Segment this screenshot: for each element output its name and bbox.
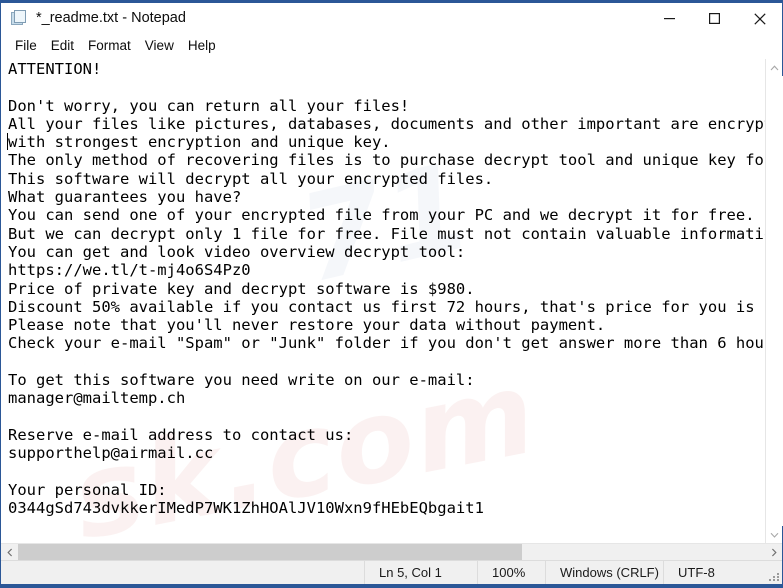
document-line: The only method of recovering files is t… bbox=[8, 151, 765, 170]
document-line: You can send one of your encrypted file … bbox=[8, 206, 755, 225]
document-line: Reserve e-mail address to contact us: bbox=[8, 425, 354, 444]
status-zoom-level: 100% bbox=[477, 561, 545, 584]
window-title: *_readme.txt - Notepad bbox=[36, 10, 186, 27]
vertical-scrollbar[interactable] bbox=[765, 59, 783, 543]
document-line: 0344gSd743dvkkerIMedP7WK1ZhHOAlJV10Wxn9f… bbox=[8, 499, 484, 518]
maximize-icon bbox=[709, 13, 720, 24]
document-text: ATTENTION! Don't worry, you can return a… bbox=[8, 60, 765, 517]
maximize-button[interactable] bbox=[692, 3, 737, 34]
document-line: ATTENTION! bbox=[8, 60, 102, 78]
title-bar[interactable]: *_readme.txt - Notepad bbox=[1, 3, 782, 34]
document-line: This software will decrypt all your encr… bbox=[8, 169, 494, 188]
menu-bar: File Edit Format View Help bbox=[1, 34, 782, 59]
menu-item-help[interactable]: Help bbox=[181, 37, 223, 56]
document-line: But we can decrypt only 1 file for free.… bbox=[8, 224, 765, 243]
document-line: Your personal ID: bbox=[8, 480, 167, 499]
minimize-icon bbox=[664, 18, 675, 20]
status-encoding: UTF-8 bbox=[663, 561, 763, 584]
status-cursor-position: Ln 5, Col 1 bbox=[364, 561, 477, 584]
chevron-down-icon bbox=[770, 532, 778, 538]
chevron-up-icon bbox=[770, 64, 778, 70]
status-line-endings: Windows (CRLF) bbox=[545, 561, 663, 584]
menu-item-format[interactable]: Format bbox=[81, 37, 138, 56]
scroll-left-button[interactable] bbox=[1, 544, 18, 560]
document-line: Don't worry, you can return all your fil… bbox=[8, 96, 410, 115]
document-line: Check your e-mail "Spam" or "Junk" folde… bbox=[8, 334, 765, 353]
document-line: Price of private key and decrypt softwar… bbox=[8, 279, 475, 298]
scroll-right-button[interactable] bbox=[765, 544, 782, 560]
close-button[interactable] bbox=[737, 3, 782, 34]
editor-row: 71 sk.com ATTENTION! Don't worry, you ca… bbox=[1, 59, 783, 543]
notepad-window: *_readme.txt - Notepad File Edit Format … bbox=[0, 0, 783, 588]
document-line: https://we.tl/t-mj4o6S4Pz0 bbox=[8, 261, 251, 280]
menu-item-file[interactable]: File bbox=[8, 37, 44, 56]
menu-item-view[interactable]: View bbox=[138, 37, 181, 56]
document-line: To get this software you need write on o… bbox=[8, 371, 475, 390]
document-line: All your files like pictures, databases,… bbox=[8, 114, 765, 133]
horizontal-scroll-track[interactable] bbox=[18, 544, 765, 560]
chevron-right-icon bbox=[771, 548, 777, 556]
vertical-scroll-track[interactable] bbox=[765, 76, 783, 526]
title-bar-left: *_readme.txt - Notepad bbox=[1, 10, 186, 27]
scroll-up-button[interactable] bbox=[766, 59, 783, 76]
horizontal-scrollbar[interactable] bbox=[1, 543, 782, 560]
document-line: Discount 50% available if you contact us… bbox=[8, 297, 765, 316]
close-icon bbox=[753, 12, 766, 25]
menu-item-edit[interactable]: Edit bbox=[44, 37, 81, 56]
status-bar-spacer bbox=[1, 561, 364, 584]
document-line: What guarantees you have? bbox=[8, 188, 242, 207]
document-line: You can get and look video overview decr… bbox=[8, 242, 466, 261]
notepad-document-icon bbox=[11, 10, 28, 27]
chevron-left-icon bbox=[6, 548, 12, 556]
document-line: Please note that you'll never restore yo… bbox=[8, 316, 606, 335]
document-line: supporthelp@airmail.cc bbox=[8, 444, 214, 463]
status-bar: Ln 5, Col 1 100% Windows (CRLF) UTF-8 bbox=[1, 560, 782, 584]
editor-area: 71 sk.com ATTENTION! Don't worry, you ca… bbox=[1, 59, 783, 560]
document-line: manager@mailtemp.ch bbox=[8, 389, 186, 408]
text-caret bbox=[7, 133, 8, 150]
resize-grip-icon[interactable] bbox=[763, 561, 782, 584]
scroll-down-button[interactable] bbox=[766, 526, 783, 543]
horizontal-scroll-thumb[interactable] bbox=[18, 544, 523, 560]
window-controls bbox=[647, 3, 782, 34]
text-editor[interactable]: 71 sk.com ATTENTION! Don't worry, you ca… bbox=[1, 59, 765, 543]
minimize-button[interactable] bbox=[647, 3, 692, 34]
document-line: with strongest encryption and unique key… bbox=[8, 133, 391, 152]
